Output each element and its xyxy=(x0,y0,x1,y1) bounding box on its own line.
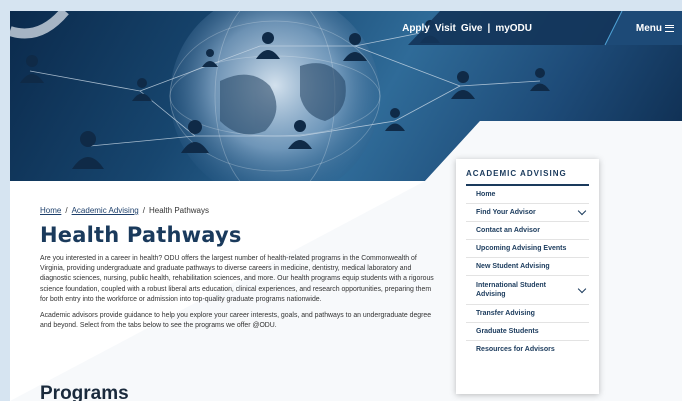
sidebar-item-label: New Student Advising xyxy=(476,263,550,270)
sidebar-item-new-student-advising[interactable]: New Student Advising xyxy=(466,258,589,276)
sidebar-nav: ACADEMIC ADVISING Home Find Your Advisor… xyxy=(456,159,599,394)
breadcrumb-separator: / xyxy=(65,206,68,215)
sidebar-item-find-your-advisor[interactable]: Find Your Advisor xyxy=(466,204,589,222)
page: Apply Visit Give | myODU Menu Home / Aca… xyxy=(10,11,682,401)
breadcrumb-academic-advising[interactable]: Academic Advising xyxy=(72,206,139,215)
breadcrumb: Home / Academic Advising / Health Pathwa… xyxy=(40,206,440,215)
sidebar-item-label: Contact an Advisor xyxy=(476,227,540,234)
sidebar-item-label: Resources for Advisors xyxy=(476,346,555,353)
breadcrumb-separator: / xyxy=(142,206,145,215)
sidebar-item-resources-for-advisors[interactable]: Resources for Advisors xyxy=(466,341,589,358)
sidebar-heading: ACADEMIC ADVISING xyxy=(466,169,589,186)
sidebar-item-home[interactable]: Home xyxy=(466,186,589,204)
chevron-down-icon[interactable] xyxy=(577,206,587,216)
sidebar-item-label: Transfer Advising xyxy=(476,310,535,317)
breadcrumb-home[interactable]: Home xyxy=(40,206,61,215)
main-content: Home / Academic Advising / Health Pathwa… xyxy=(40,206,440,331)
sidebar-item-label: Upcoming Advising Events xyxy=(476,245,567,252)
sidebar-item-label: Find Your Advisor xyxy=(476,209,536,216)
sidebar-item-label: Graduate Students xyxy=(476,328,539,335)
advisors-paragraph: Academic advisors provide guidance to he… xyxy=(40,312,432,330)
sidebar-item-graduate-students[interactable]: Graduate Students xyxy=(466,323,589,341)
sidebar-item-transfer-advising[interactable]: Transfer Advising xyxy=(466,305,589,323)
sidebar-list: Home Find Your Advisor Contact an Adviso… xyxy=(466,186,589,358)
programs-heading: Programs xyxy=(40,383,129,401)
sidebar-item-label: International Student Advising xyxy=(476,282,546,298)
breadcrumb-current: Health Pathways xyxy=(148,206,209,215)
intro-paragraph: Are you interested in a career in health… xyxy=(40,255,434,303)
page-title: Health Pathways xyxy=(40,223,242,247)
sidebar-item-contact-an-advisor[interactable]: Contact an Advisor xyxy=(466,222,589,240)
chevron-down-icon[interactable] xyxy=(577,284,587,293)
sidebar-item-upcoming-advising-events[interactable]: Upcoming Advising Events xyxy=(466,240,589,258)
sidebar-item-label: Home xyxy=(476,191,496,198)
sidebar-item-international-student-advising[interactable]: International Student Advising xyxy=(466,276,589,305)
